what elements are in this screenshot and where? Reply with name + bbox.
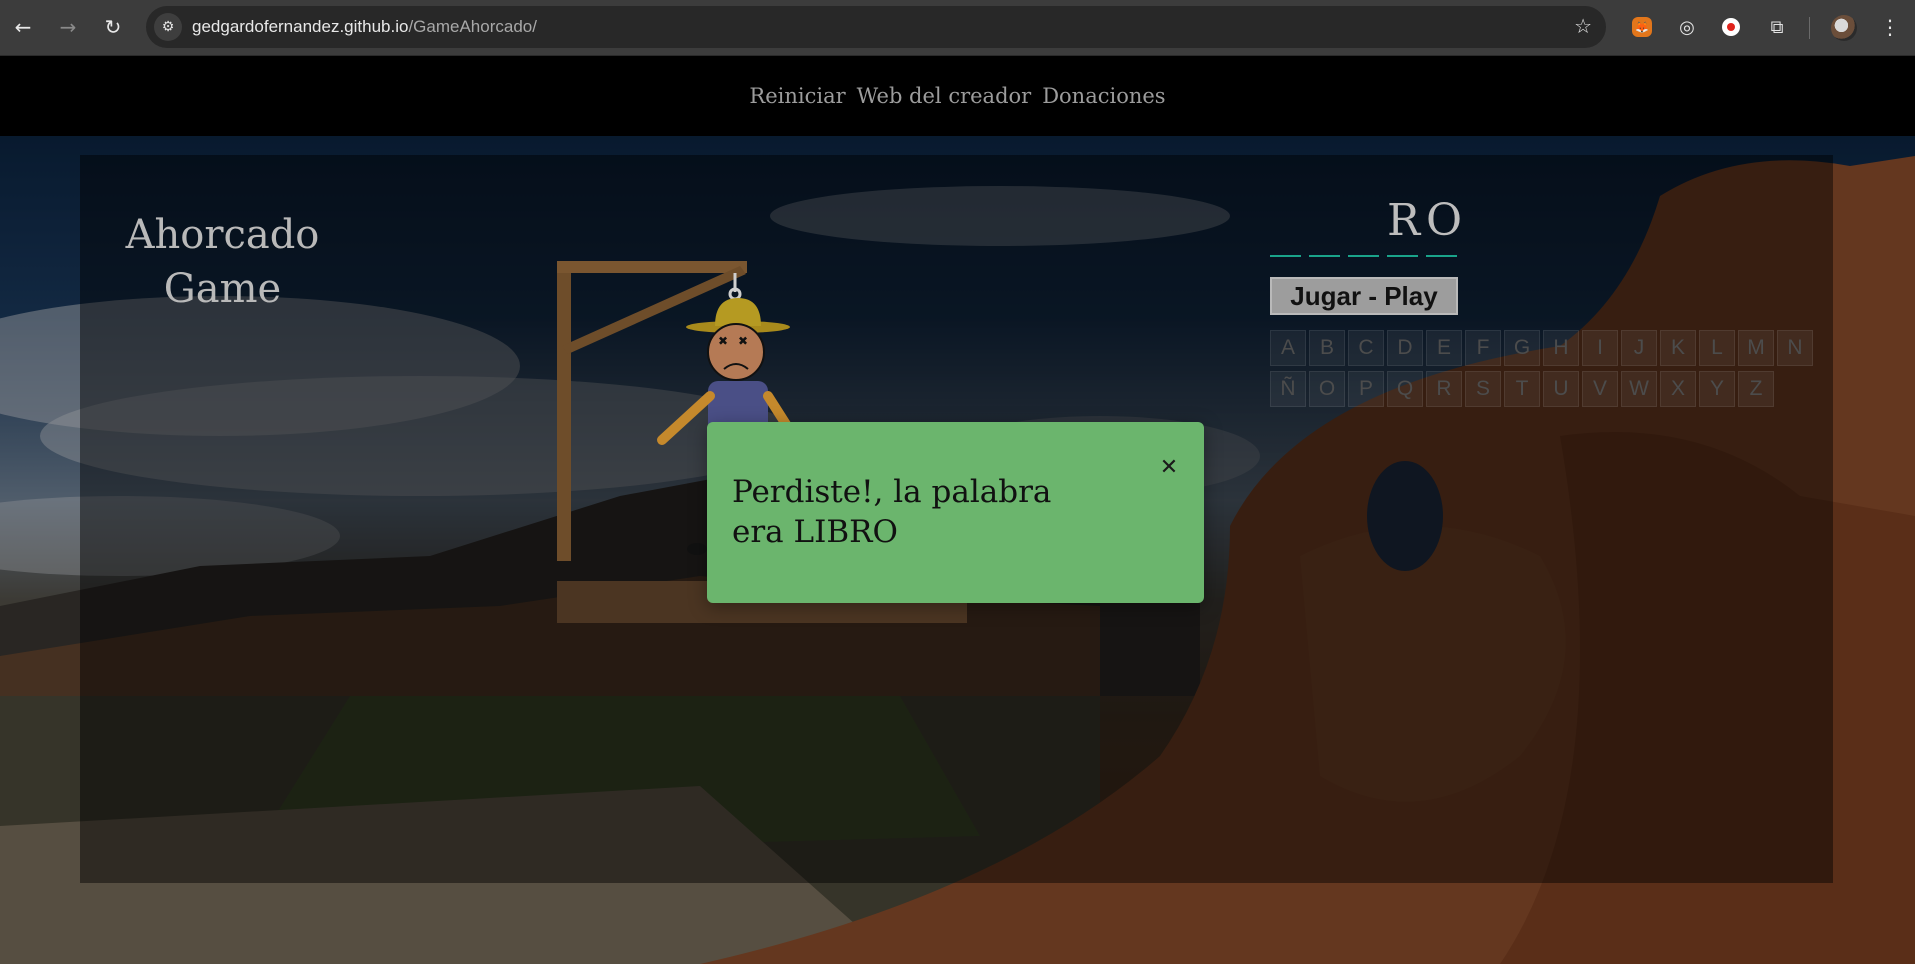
word-display: R O bbox=[1270, 191, 1462, 263]
address-bar[interactable]: ⚙ gedgardofernandez.github.io/GameAhorca… bbox=[146, 6, 1606, 48]
target-extension-icon[interactable]: ◎ bbox=[1674, 14, 1700, 40]
record-extension-icon[interactable] bbox=[1722, 18, 1740, 36]
back-icon[interactable]: ← bbox=[9, 13, 37, 41]
letter-key[interactable]: N bbox=[1777, 330, 1813, 366]
letter-key[interactable]: S bbox=[1465, 371, 1501, 407]
profile-avatar[interactable] bbox=[1831, 15, 1857, 41]
letter-key[interactable]: E bbox=[1426, 330, 1462, 366]
letter-key[interactable]: J bbox=[1621, 330, 1657, 366]
url-path: /GameAhorcado/ bbox=[408, 17, 537, 36]
letter-key[interactable]: C bbox=[1348, 330, 1384, 366]
letter-key[interactable]: V bbox=[1582, 371, 1618, 407]
url-text[interactable]: gedgardofernandez.github.io/GameAhorcado… bbox=[192, 17, 537, 37]
letter-key[interactable]: R bbox=[1426, 371, 1462, 407]
game-title-line2: Game bbox=[163, 266, 282, 312]
game-title-line1: Ahorcado bbox=[125, 212, 320, 258]
letter-key[interactable]: U bbox=[1543, 371, 1579, 407]
metamask-fox-icon[interactable]: 🦊 bbox=[1632, 17, 1652, 37]
letter-key[interactable]: G bbox=[1504, 330, 1540, 366]
letter-key[interactable]: B bbox=[1309, 330, 1345, 366]
hat-crown bbox=[715, 298, 761, 326]
letter-slot: O bbox=[1426, 191, 1462, 257]
letter-key[interactable]: W bbox=[1621, 371, 1657, 407]
site-info-icon[interactable]: ⚙ bbox=[154, 13, 182, 41]
letter-key[interactable]: Y bbox=[1699, 371, 1735, 407]
hanged-man-shoe bbox=[687, 543, 707, 555]
letter-key[interactable]: Ñ bbox=[1270, 371, 1306, 407]
letter-key[interactable]: P bbox=[1348, 371, 1384, 407]
letter-key[interactable]: L bbox=[1699, 330, 1735, 366]
svg-text:✖: ✖ bbox=[738, 334, 748, 348]
letter-key[interactable]: T bbox=[1504, 371, 1540, 407]
letter-key[interactable]: X bbox=[1660, 371, 1696, 407]
letter-key[interactable]: M bbox=[1738, 330, 1774, 366]
top-navigation: Reiniciar Web del creador Donaciones bbox=[0, 56, 1915, 136]
play-button[interactable]: Jugar - Play bbox=[1270, 277, 1458, 315]
url-domain: gedgardofernandez.github.io bbox=[192, 17, 409, 36]
nav-donaciones-link[interactable]: Donaciones bbox=[1042, 84, 1165, 108]
browser-toolbar: ← → ↻ ⚙ gedgardofernandez.github.io/Game… bbox=[0, 0, 1915, 56]
keyboard-row-1: ABCDEFGHIJKLMN bbox=[1270, 330, 1820, 366]
letter-keyboard: ABCDEFGHIJKLMN ÑOPQRSTUVWXYZ bbox=[1270, 330, 1820, 412]
letter-slot bbox=[1348, 191, 1379, 257]
browser-menu-icon[interactable]: ⋮ bbox=[1876, 13, 1904, 41]
reload-icon[interactable]: ↻ bbox=[99, 13, 127, 41]
forward-icon[interactable]: → bbox=[54, 13, 82, 41]
nav-reiniciar-link[interactable]: Reiniciar bbox=[749, 84, 845, 108]
scaffold-post bbox=[557, 261, 571, 561]
bookmark-star-icon[interactable]: ☆ bbox=[1574, 14, 1592, 38]
game-title: Ahorcado Game bbox=[110, 208, 335, 316]
page-content: Reiniciar Web del creador Donaciones Aho… bbox=[0, 56, 1915, 964]
letter-key[interactable]: I bbox=[1582, 330, 1618, 366]
hanged-man-head bbox=[707, 323, 765, 381]
letter-key[interactable]: O bbox=[1309, 371, 1345, 407]
letter-slot: R bbox=[1387, 191, 1420, 257]
letter-slot bbox=[1309, 191, 1340, 257]
letter-key[interactable]: A bbox=[1270, 330, 1306, 366]
result-modal: Perdiste!, la palabra era LIBRO ✕ bbox=[707, 422, 1204, 603]
hanged-man-left-arm bbox=[657, 391, 715, 445]
extensions-puzzle-icon[interactable]: ⧉ bbox=[1764, 14, 1790, 40]
letter-slot bbox=[1270, 191, 1301, 257]
result-message: Perdiste!, la palabra era LIBRO bbox=[732, 474, 1052, 550]
letter-key[interactable]: K bbox=[1660, 330, 1696, 366]
letter-key[interactable]: Z bbox=[1738, 371, 1774, 407]
letter-key[interactable]: Q bbox=[1387, 371, 1423, 407]
letter-key[interactable]: F bbox=[1465, 330, 1501, 366]
toolbar-divider bbox=[1809, 17, 1810, 39]
keyboard-row-2: ÑOPQRSTUVWXYZ bbox=[1270, 371, 1820, 407]
letter-key[interactable]: H bbox=[1543, 330, 1579, 366]
nav-web-creador-link[interactable]: Web del creador bbox=[857, 84, 1032, 108]
close-icon[interactable]: ✕ bbox=[1156, 454, 1182, 480]
letter-key[interactable]: D bbox=[1387, 330, 1423, 366]
svg-text:✖: ✖ bbox=[718, 334, 728, 348]
scaffold-beam bbox=[557, 261, 747, 273]
